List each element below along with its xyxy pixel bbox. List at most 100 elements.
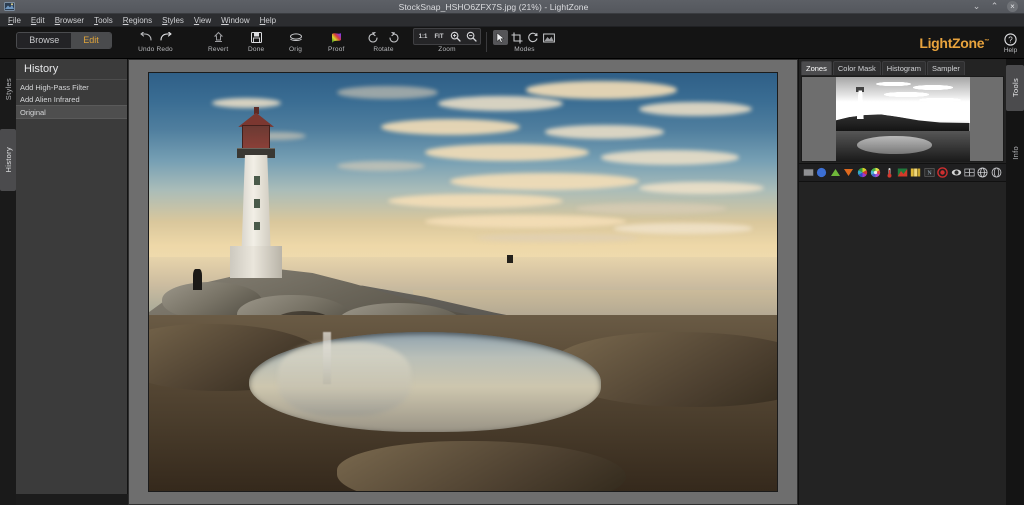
title-bar: StockSnap_HSHO6ZFX7S.jpg (21%) - LightZo… xyxy=(0,0,1024,14)
history-title: History xyxy=(16,59,127,80)
arrow-pointer-icon[interactable] xyxy=(493,30,508,45)
rotate-group: Rotate xyxy=(366,30,401,53)
question-circle-icon[interactable]: ? xyxy=(1003,32,1018,47)
image-canvas-area[interactable] xyxy=(128,59,798,505)
edit-tab[interactable]: Edit xyxy=(71,33,111,48)
menu-styles[interactable]: Styles xyxy=(157,14,189,27)
tab-color-mask[interactable]: Color Mask xyxy=(832,61,881,75)
lighthouse-cap xyxy=(254,106,260,114)
logo-trademark: ™ xyxy=(984,37,989,44)
menu-help[interactable]: Help xyxy=(255,14,281,27)
history-item-original[interactable]: Original xyxy=(16,105,127,119)
revert-group: Revert xyxy=(208,30,228,53)
logo-text: LightZone xyxy=(919,34,985,51)
zone-mapper-icon[interactable] xyxy=(803,167,814,178)
undo-arrow-icon[interactable] xyxy=(138,30,153,45)
undo-redo-group: Undo Redo xyxy=(138,30,173,53)
advanced-icon[interactable] xyxy=(910,167,921,178)
noise-reduction-icon[interactable] xyxy=(843,167,854,178)
color-proof-icon[interactable] xyxy=(329,30,344,45)
close-button[interactable]: × xyxy=(1007,1,1018,12)
zoom-fit-button[interactable]: FIT xyxy=(432,30,446,43)
cloud xyxy=(337,85,438,99)
tab-zones[interactable]: Zones xyxy=(801,61,832,75)
help-label: Help xyxy=(1003,46,1018,54)
vtab-tools[interactable]: Tools xyxy=(1006,65,1024,111)
orig-group: Orig xyxy=(288,30,303,53)
film-grain-icon[interactable] xyxy=(977,167,989,178)
relight-icon[interactable] xyxy=(816,167,827,178)
menu-window[interactable]: Window xyxy=(216,14,254,27)
menu-regions[interactable]: Regions xyxy=(118,14,157,27)
revert-label: Revert xyxy=(208,46,229,53)
menu-edit[interactable]: Edit xyxy=(26,14,50,27)
original-layers-icon[interactable] xyxy=(288,30,303,45)
menu-file[interactable]: File xyxy=(3,14,26,27)
history-panel: History Add High-Pass Filter Add Alien I… xyxy=(16,59,128,494)
orig-label: Orig xyxy=(288,46,303,53)
gaussian-blur-icon[interactable] xyxy=(991,167,1002,178)
color-balance-icon[interactable] xyxy=(870,167,881,178)
zoom-1to1-button[interactable]: 1:1 xyxy=(416,30,430,43)
revert-icon[interactable] xyxy=(211,30,226,45)
rotate-circle-icon[interactable] xyxy=(525,30,540,45)
photo-content xyxy=(149,73,777,491)
zoom-out-icon[interactable] xyxy=(464,30,478,43)
hue-saturation-icon[interactable] xyxy=(857,167,868,178)
vtab-styles-label: Styles xyxy=(3,77,13,101)
save-floppy-icon[interactable] xyxy=(249,30,264,45)
white-balance-icon[interactable] xyxy=(884,167,895,178)
crop-icon[interactable] xyxy=(509,30,524,45)
edited-photo[interactable] xyxy=(148,72,778,492)
spot-icon[interactable] xyxy=(937,167,949,178)
cloud xyxy=(638,181,765,195)
vtab-history[interactable]: History xyxy=(0,129,16,191)
tidal-pool xyxy=(249,332,602,433)
region-frame-icon[interactable] xyxy=(541,30,556,45)
toolbar-divider xyxy=(486,32,487,52)
vtab-styles[interactable]: Styles xyxy=(0,63,16,115)
menu-tools[interactable]: Tools xyxy=(89,14,118,27)
maximize-button[interactable]: ⌃ xyxy=(989,1,1000,12)
help-button[interactable]: ? Help xyxy=(1003,32,1018,54)
history-item-alien-infrared[interactable]: Add Alien Infrared xyxy=(16,93,127,105)
history-item-high-pass-filter[interactable]: Add High-Pass Filter xyxy=(16,81,127,93)
lightzone-window: StockSnap_HSHO6ZFX7S.jpg (21%) - LightZo… xyxy=(0,0,1024,505)
rotate-right-icon[interactable] xyxy=(386,30,401,45)
pool-lighthouse-reflection xyxy=(323,332,332,385)
tab-sampler[interactable]: Sampler xyxy=(926,61,965,75)
modes-group: Modes xyxy=(493,30,556,53)
zones-preview[interactable] xyxy=(801,76,1004,162)
vtab-history-label: History xyxy=(3,147,13,173)
menu-view[interactable]: View xyxy=(189,14,216,27)
sharpen-icon[interactable] xyxy=(830,167,841,178)
black-white-icon[interactable] xyxy=(897,167,908,178)
red-eye-icon[interactable] xyxy=(951,167,962,178)
rotate-left-icon[interactable] xyxy=(366,30,381,45)
cloud xyxy=(544,125,664,139)
left-vertical-tabs: Styles History xyxy=(0,59,16,505)
menu-browser[interactable]: Browser xyxy=(50,14,89,27)
toolbar-tools: Undo Redo Revert Done Orig Proof Rotate … xyxy=(128,27,799,58)
app-icon xyxy=(2,0,16,14)
browse-tab[interactable]: Browse xyxy=(17,33,72,48)
undo-redo-label: Undo Redo xyxy=(138,46,173,53)
canvas-background[interactable] xyxy=(129,60,797,504)
modes-label: Modes xyxy=(514,46,535,53)
zones-pool xyxy=(856,135,932,155)
vtab-info[interactable]: Info xyxy=(1006,135,1024,171)
clone-icon[interactable]: N xyxy=(924,167,935,178)
svg-text:N: N xyxy=(927,171,932,177)
tab-histogram[interactable]: Histogram xyxy=(881,61,926,75)
blur-icon[interactable] xyxy=(964,167,975,178)
cloud xyxy=(337,160,426,171)
lighthouse-window xyxy=(254,175,261,185)
zoom-in-icon[interactable] xyxy=(448,30,462,43)
main-toolbar: Browse Edit Undo Redo Revert Done Orig P… xyxy=(0,27,1024,59)
minimize-button[interactable]: ⌄ xyxy=(971,1,982,12)
lighthouse-window xyxy=(254,221,261,231)
redo-arrow-icon[interactable] xyxy=(158,30,173,45)
done-label: Done xyxy=(248,46,265,53)
cloud xyxy=(450,173,639,191)
pool-cloud-reflection xyxy=(277,342,412,417)
